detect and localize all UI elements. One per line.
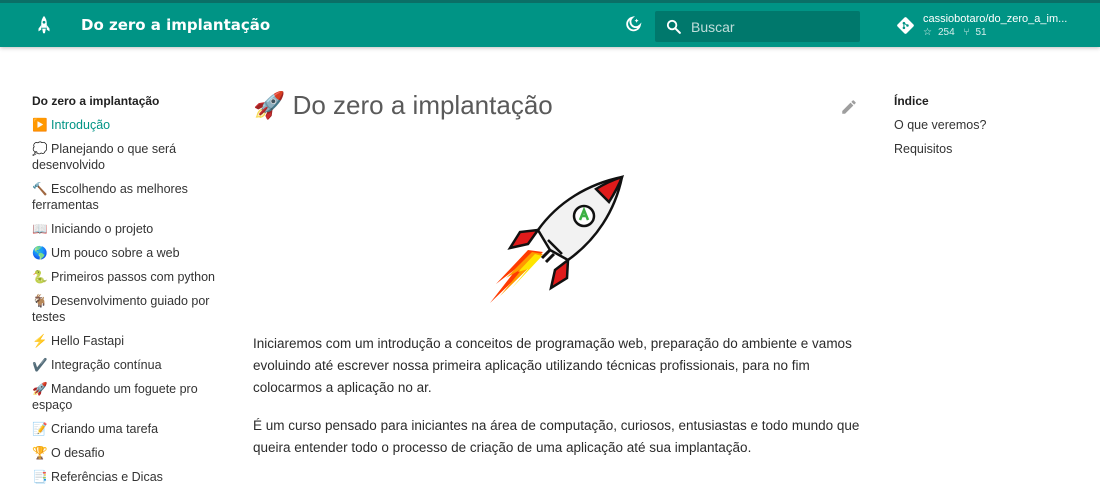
nav-item-python[interactable]: 🐍 Primeiros passos com python	[32, 269, 222, 285]
search-box[interactable]	[655, 11, 860, 42]
nav-item-introducao[interactable]: ▶️ Introdução	[32, 117, 222, 133]
edit-pencil-icon[interactable]	[840, 98, 858, 116]
rocket-flame	[490, 250, 543, 303]
toc-item-requisitos[interactable]: Requisitos	[894, 141, 1074, 157]
nav-item-ci[interactable]: ✔️ Integração contínua	[32, 357, 222, 373]
nav-title: Do zero a implantação	[32, 94, 160, 108]
nav-item-ferramentas[interactable]: 🔨 Escolhendo as melhores ferramentas	[32, 181, 222, 213]
theme-toggle-icon[interactable]	[621, 15, 643, 37]
nav-item-foguete[interactable]: 🚀 Mandando um foguete pro espaço	[32, 381, 222, 413]
nav-item-planejando[interactable]: 💭 Planejando o que será desenvolvido	[32, 141, 222, 173]
search-input[interactable]	[691, 11, 851, 42]
intro-paragraph: Iniciaremos com um introdução a conceito…	[253, 336, 852, 395]
git-icon	[897, 17, 914, 34]
nav-item-desafio[interactable]: 🏆 O desafio	[32, 445, 222, 461]
rocket-illustration	[490, 174, 625, 303]
toc-title: Índice	[894, 94, 929, 108]
star-icon: ☆	[923, 27, 932, 38]
nav-item-fastapi[interactable]: ⚡ Hello Fastapi	[32, 333, 222, 349]
nav-item-tdd[interactable]: 🐐 Desenvolvimento guiado por testes	[32, 293, 222, 325]
repo-facts: ☆ 254 ⑂ 51	[923, 27, 993, 38]
nav-item-referencias[interactable]: 📑 Referências e Dicas	[32, 469, 222, 485]
toc-item-o-que-veremos[interactable]: O que veremos?	[894, 117, 1074, 133]
top-header: Do zero a implantação cassiobotaro/do_ze…	[0, 0, 1100, 47]
search-icon	[666, 19, 681, 34]
rocket-logo-icon[interactable]	[33, 14, 55, 36]
repo-stars: 254	[937, 27, 955, 38]
audience-paragraph: É um curso pensado para iniciantes na ár…	[253, 418, 860, 455]
primary-navigation: Do zero a implantação ▶️ Introdução 💭 Pl…	[32, 93, 222, 493]
nav-item-tarefa[interactable]: 📝 Criando uma tarefa	[32, 421, 222, 437]
nav-item-iniciando-projeto[interactable]: 📖 Iniciando o projeto	[32, 221, 222, 237]
nav-item-web[interactable]: 🌎 Um pouco sobre a web	[32, 245, 222, 261]
repo-forks: 51	[975, 27, 987, 38]
repo-name: cassiobotaro/do_zero_a_im...	[923, 13, 1068, 25]
site-title[interactable]: Do zero a implantação	[81, 16, 270, 34]
page-title: 🚀 Do zero a implantação	[253, 90, 553, 120]
fork-icon: ⑂	[963, 27, 970, 38]
repo-link[interactable]: cassiobotaro/do_zero_a_im... ☆ 254 ⑂ 51	[896, 13, 1096, 43]
table-of-contents: Índice O que veremos? Requisitos	[894, 93, 1074, 165]
